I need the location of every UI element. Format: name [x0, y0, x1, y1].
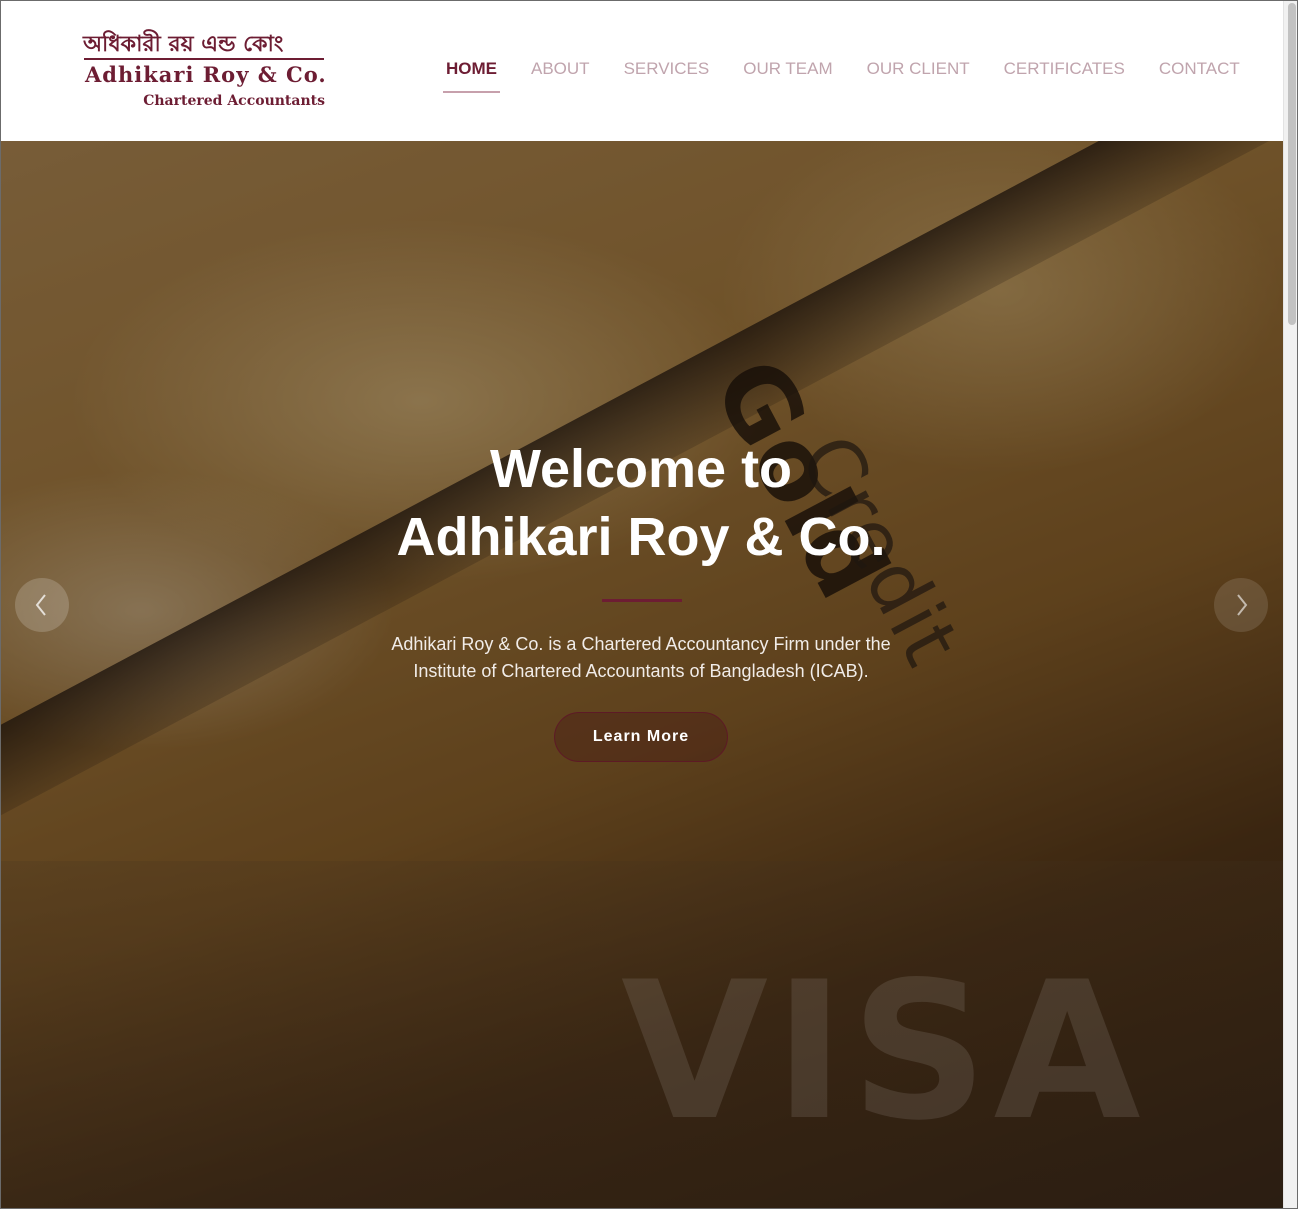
nav-item-contact[interactable]: CONTACT — [1142, 53, 1257, 93]
scrollbar-thumb[interactable] — [1288, 3, 1296, 325]
main-navigation: HOME ABOUT SERVICES OUR TEAM OUR CLIENT … — [429, 53, 1257, 93]
logo-tagline: Chartered Accountants — [143, 93, 325, 109]
slider-next-button[interactable] — [1214, 578, 1268, 632]
slider-prev-button[interactable] — [15, 578, 69, 632]
chevron-right-icon — [1237, 594, 1248, 616]
nav-item-home[interactable]: HOME — [429, 53, 514, 93]
company-logo[interactable]: অধিকারী রয় এন্ড কোং Adhikari Roy & Co. … — [83, 29, 327, 115]
logo-english-name: Adhikari Roy & Co. — [85, 62, 327, 87]
logo-bengali-name: অধিকারী রয় এন্ড কোং — [83, 31, 284, 57]
nav-item-services[interactable]: SERVICES — [607, 53, 727, 93]
nav-item-certificates[interactable]: CERTIFICATES — [987, 53, 1142, 93]
nav-item-our-team[interactable]: OUR TEAM — [726, 53, 849, 93]
hero-title-line-1: Welcome to — [489, 439, 793, 499]
vertical-scrollbar[interactable] — [1283, 1, 1297, 1208]
hero-divider — [602, 599, 682, 602]
browser-viewport: অধিকারী রয় এন্ড কোং Adhikari Roy & Co. … — [0, 0, 1298, 1209]
hero-title: Welcome to Adhikari Roy & Co. — [291, 435, 991, 571]
hero-description-line-1: Adhikari Roy & Co. is a Chartered Accoun… — [391, 634, 891, 654]
nav-item-our-client[interactable]: OUR CLIENT — [850, 53, 987, 93]
chevron-left-icon — [35, 594, 46, 616]
hero-slider: Gold Credit VISA Welcome to Adhikari Roy… — [1, 141, 1283, 1208]
nav-item-about[interactable]: ABOUT — [514, 53, 607, 93]
hero-description-line-2: Institute of Chartered Accountants of Ba… — [413, 661, 869, 681]
hero-description: Adhikari Roy & Co. is a Chartered Accoun… — [341, 631, 941, 685]
logo-underline — [84, 58, 324, 60]
site-header: অধিকারী রয় এন্ড কোং Adhikari Roy & Co. … — [1, 1, 1283, 141]
hero-title-line-2: Adhikari Roy & Co. — [396, 507, 886, 567]
learn-more-button[interactable]: Learn More — [554, 712, 728, 762]
